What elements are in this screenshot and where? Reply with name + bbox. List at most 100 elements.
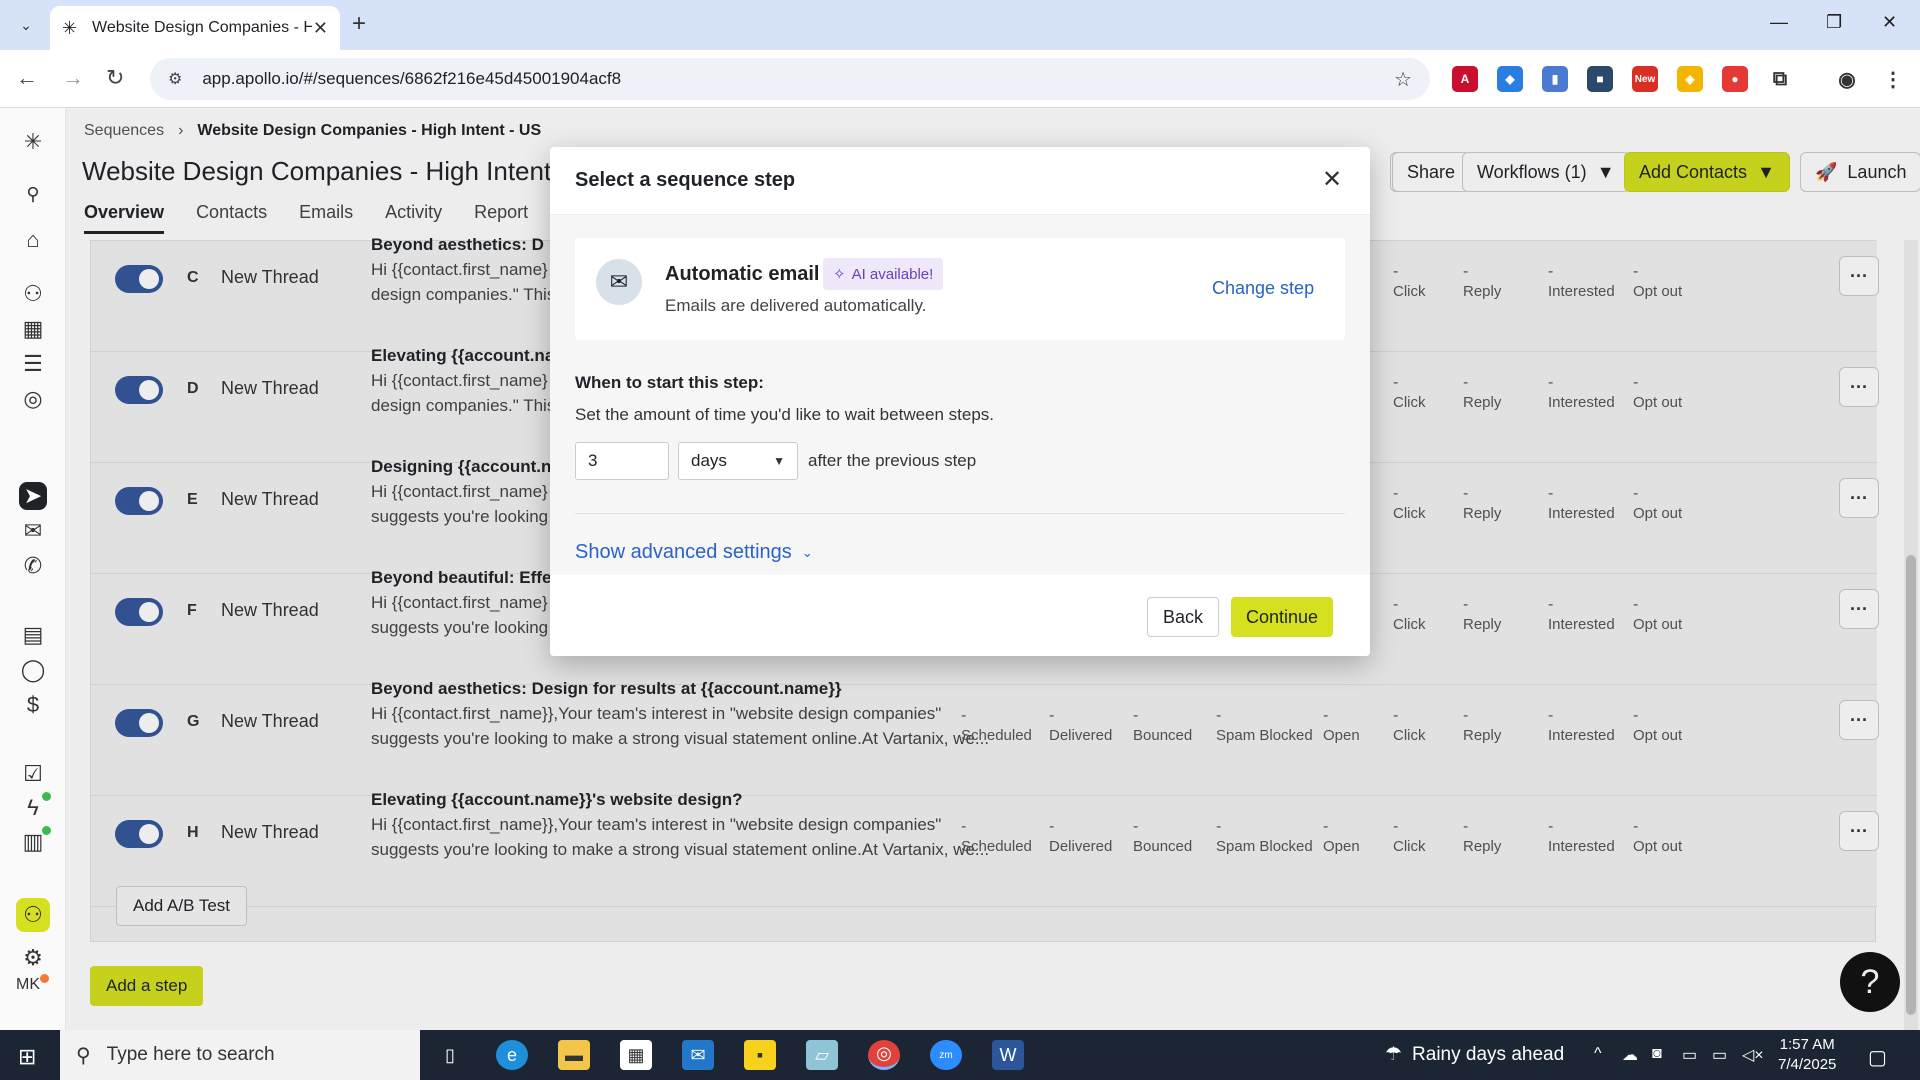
modal-header: Select a sequence step ✕ [550,147,1370,215]
modal-close-icon[interactable]: ✕ [1322,165,1342,194]
search-icon[interactable]: ⚲ [19,180,47,208]
yellow-extension-icon[interactable]: ◈ [1677,66,1703,92]
folder-extension-icon[interactable]: ■ [1587,66,1613,92]
search-icon: ⚲ [76,1044,91,1067]
companies-icon[interactable]: ▦ [19,315,47,343]
modal-body: ✉ Automatic email ✧ AI available! Emails… [550,215,1370,575]
window-close-icon[interactable]: ✕ [1882,12,1897,33]
weather-text: Rainy days ahead [1412,1043,1565,1065]
ai-badge-label: AI available! [851,265,934,283]
umbrella-icon: ☂ [1385,1044,1403,1065]
emails-icon[interactable]: ✉ [19,517,47,545]
weather-widget[interactable]: ☂ Rainy days ahead [1385,1043,1564,1066]
step-description: Emails are delivered automatically. [665,296,927,315]
profile-icon[interactable]: ◉ [1834,66,1860,92]
select-step-modal: Select a sequence step ✕ ✉ Automatic ema… [550,147,1370,656]
deals-dollar-icon[interactable]: $ [19,691,47,719]
sequences-icon[interactable]: ➤ [19,482,47,510]
tab-close-icon[interactable]: ✕ [313,18,328,39]
change-step-link[interactable]: Change step [1212,278,1314,299]
lists-icon[interactable]: ☰ [19,350,47,378]
word-icon[interactable]: W [992,1040,1024,1070]
people-icon[interactable]: ⚇ [19,280,47,308]
status-dot [42,826,51,835]
site-info-icon[interactable]: ⚙ [168,69,182,89]
notification-dot [40,974,49,983]
clock-date: 7/4/2025 [1778,1056,1837,1073]
settings-gear-icon[interactable]: ⚙ [19,944,47,972]
conversations-icon[interactable]: ◯ [19,656,47,684]
battery-icon[interactable]: ▭ [1682,1045,1697,1065]
tab-list-chevron-icon[interactable]: ⌄ [14,13,38,37]
step-type-label: Automatic email [665,263,820,285]
forward-arrow-icon[interactable]: → [62,64,84,92]
wait-unit-value: days [691,451,727,470]
pokeball-extension-icon[interactable]: ● [1722,66,1748,92]
tab-title: Website Design Companies - H [92,19,312,36]
zoom-icon[interactable]: zm [930,1040,962,1070]
windows-taskbar: ⊞ ⚲ Type here to search ▯ e ▬ ▦ ✉ ▪ ▱ ◎ … [0,1030,1920,1080]
user-avatar[interactable]: MK [16,976,40,994]
tasks-icon[interactable]: ☑ [19,760,47,788]
task-view-icon[interactable]: ▯ [434,1040,466,1070]
network-icon[interactable]: ▭ [1712,1045,1727,1065]
notepad-icon[interactable]: ▱ [806,1040,838,1070]
chevron-down-icon: ⌄ [801,544,813,560]
minimize-icon[interactable]: — [1770,12,1788,33]
file-explorer-icon[interactable]: ▬ [558,1040,590,1070]
when-to-start-label: When to start this step: [575,373,764,392]
after-previous-step-text: after the previous step [808,451,977,470]
camera-icon[interactable]: ◙ [1652,1045,1662,1063]
calls-icon[interactable]: ✆ [19,552,47,580]
continue-button[interactable]: Continue [1231,597,1333,637]
status-dot [42,792,51,801]
clock-time: 1:57 AM [1779,1036,1835,1053]
apollo-logo-icon[interactable]: ✳ [19,128,47,156]
new-extension-icon[interactable]: New [1632,66,1658,92]
divider [575,513,1345,514]
restore-icon[interactable]: ❐ [1826,12,1842,33]
invite-user-icon[interactable]: ⚇ [16,898,50,932]
chrome-icon[interactable]: ◎ [868,1040,900,1070]
taskbar-search[interactable]: ⚲ Type here to search [60,1030,420,1080]
modal-title: Select a sequence step [575,169,796,191]
selected-step-card: ✉ Automatic email ✧ AI available! Emails… [575,238,1345,340]
address-bar[interactable]: ⚙ app.apollo.io/#/sequences/6862f216e45d… [150,58,1430,100]
when-to-start-help: Set the amount of time you'd like to wai… [575,405,995,424]
taskbar-clock[interactable]: 1:57 AM 7/4/2025 [1778,1035,1836,1075]
volume-mute-icon[interactable]: ◁× [1742,1045,1764,1065]
edge-icon[interactable]: e [496,1040,528,1070]
sparkle-icon: ✧ [833,266,846,283]
pdf-extension-icon[interactable]: A [1452,66,1478,92]
url-text: app.apollo.io/#/sequences/6862f216e45d45… [202,69,622,88]
home-icon[interactable]: ⌂ [19,226,47,254]
wait-unit-select[interactable]: days ▼ [678,442,798,480]
data-enrichment-icon[interactable]: ◎ [19,385,47,413]
wait-amount-input[interactable] [575,442,669,480]
onedrive-icon[interactable]: ☁ [1622,1045,1638,1065]
browser-menu-icon[interactable]: ⋮ [1880,66,1906,92]
browser-tabstrip: ⌄ ✳ Website Design Companies - H ✕ + — ❐… [0,0,1920,50]
notifications-icon[interactable]: ▢ [1868,1045,1887,1070]
store-icon[interactable]: ▦ [620,1040,652,1070]
tray-chevron-icon[interactable]: ^ [1594,1045,1602,1063]
taskbar-search-placeholder: Type here to search [106,1044,275,1065]
back-arrow-icon[interactable]: ← [16,64,38,92]
extensions-puzzle-icon[interactable]: ⧉ [1767,66,1793,92]
caret-down-icon: ▼ [773,454,785,468]
shield-extension-icon[interactable]: ◆ [1497,66,1523,92]
new-tab-plus-icon[interactable]: + [352,12,366,36]
meetings-calendar-icon[interactable]: ▤ [19,621,47,649]
envelope-icon: ✉ [596,259,642,305]
browser-tab[interactable]: ✳ Website Design Companies - H ✕ [50,6,340,50]
mail-icon[interactable]: ✉ [682,1040,714,1070]
apollo-favicon-icon: ✳ [62,18,78,38]
show-advanced-settings-link[interactable]: Show advanced settings ⌄ [575,541,813,564]
bookmark-star-icon[interactable]: ☆ [1394,67,1412,92]
windows-start-icon[interactable]: ⊞ [18,1044,36,1070]
sticky-notes-icon[interactable]: ▪ [744,1040,776,1070]
doc-extension-icon[interactable]: ▮ [1542,66,1568,92]
back-button[interactable]: Back [1147,597,1219,637]
advanced-settings-label: Show advanced settings [575,541,792,563]
reload-icon[interactable]: ↻ [106,64,124,92]
